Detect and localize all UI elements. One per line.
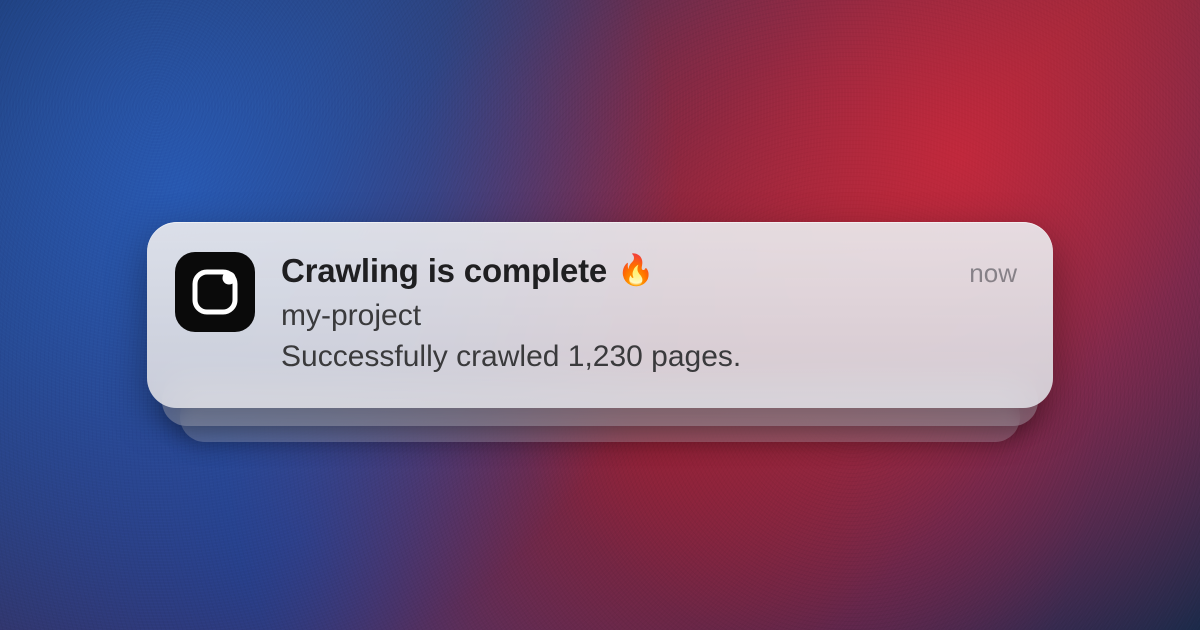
- notification-timestamp: now: [969, 254, 1017, 289]
- notification-stack: Crawling is complete 🔥 now my-project Su…: [147, 222, 1053, 407]
- notification-title: Crawling is complete 🔥: [281, 252, 654, 290]
- app-icon: [175, 252, 255, 332]
- notification-title-text: Crawling is complete: [281, 252, 607, 290]
- notification-app-name: my-project: [281, 296, 1017, 335]
- app-glyph-icon: [188, 265, 242, 319]
- notification-content: Crawling is complete 🔥 now my-project Su…: [281, 250, 1017, 377]
- notification-header-row: Crawling is complete 🔥 now: [281, 252, 1017, 290]
- notification-card[interactable]: Crawling is complete 🔥 now my-project Su…: [147, 222, 1053, 407]
- notification-body: Successfully crawled 1,230 pages.: [281, 337, 1017, 378]
- fire-icon: 🔥: [617, 256, 654, 286]
